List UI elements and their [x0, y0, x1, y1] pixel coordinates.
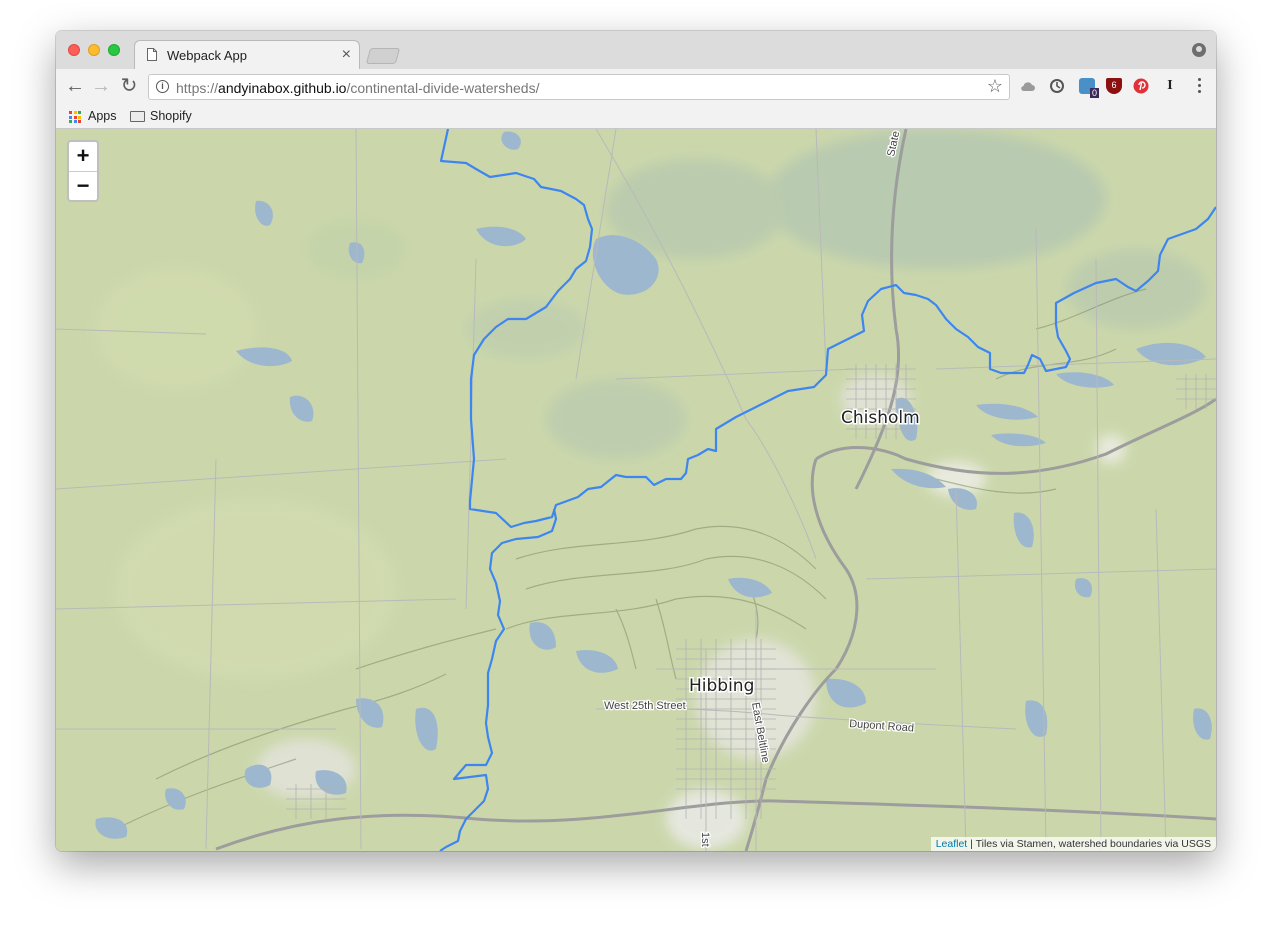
tab-close-icon[interactable]: × [342, 46, 351, 64]
address-bar[interactable]: i https://andyinabox.github.io/continent… [148, 74, 1010, 100]
attribution-text: | Tiles via Stamen, watershed boundaries… [967, 838, 1211, 850]
road-label-1st: 1st [699, 832, 711, 847]
info-icon[interactable]: i [156, 80, 169, 93]
minimize-window-button[interactable] [88, 44, 100, 56]
bookmarks-bar: Apps Shopify [56, 105, 1216, 129]
instapaper-icon[interactable]: I [1162, 78, 1178, 94]
city-label-chisholm: Chisholm [841, 408, 920, 428]
maximize-window-button[interactable] [108, 44, 120, 56]
zoom-in-button[interactable]: + [69, 142, 97, 172]
zoom-control: + − [67, 140, 99, 202]
title-bar: Webpack App × [56, 31, 1216, 69]
browser-window: Webpack App × ← → ↻ i https://andyinabox… [56, 31, 1216, 851]
bookmark-shopify[interactable]: Shopify [150, 109, 192, 123]
folder-icon [130, 111, 145, 122]
forward-button[interactable]: → [90, 75, 112, 97]
pinterest-icon[interactable] [1133, 78, 1149, 94]
zoom-out-button[interactable]: − [69, 172, 97, 201]
close-window-button[interactable] [68, 44, 80, 56]
ublock-icon[interactable]: 6 [1106, 78, 1122, 94]
new-tab-button[interactable] [365, 48, 401, 64]
profile-icon[interactable] [1192, 43, 1206, 57]
menu-icon[interactable] [1198, 78, 1202, 94]
reload-button[interactable]: ↻ [118, 75, 140, 97]
map-tiles[interactable]: Chisholm Hibbing West 25th Street Dupont… [56, 129, 1216, 851]
city-label-hibbing: Hibbing [689, 676, 754, 696]
back-button[interactable]: ← [64, 75, 86, 97]
leaflet-link[interactable]: Leaflet [936, 838, 968, 850]
cloud-icon[interactable] [1020, 78, 1036, 94]
url-text[interactable]: https://andyinabox.github.io/continental… [176, 80, 539, 96]
page-icon [147, 48, 157, 61]
tab-title: Webpack App [167, 48, 247, 63]
sync-icon[interactable] [1049, 78, 1065, 94]
bookmark-star-icon[interactable]: ☆ [987, 76, 1003, 97]
map-attribution: Leaflet | Tiles via Stamen, watershed bo… [930, 837, 1216, 851]
apps-grid-icon[interactable] [69, 111, 81, 123]
map-container[interactable]: Chisholm Hibbing West 25th Street Dupont… [56, 129, 1216, 851]
bookmark-apps[interactable]: Apps [88, 109, 117, 123]
toolbar: ← → ↻ i https://andyinabox.github.io/con… [56, 69, 1216, 105]
ext-badge-icon[interactable]: 0 [1079, 78, 1099, 98]
browser-tab[interactable]: Webpack App × [134, 40, 360, 69]
road-label-west-25th: West 25th Street [604, 700, 686, 712]
